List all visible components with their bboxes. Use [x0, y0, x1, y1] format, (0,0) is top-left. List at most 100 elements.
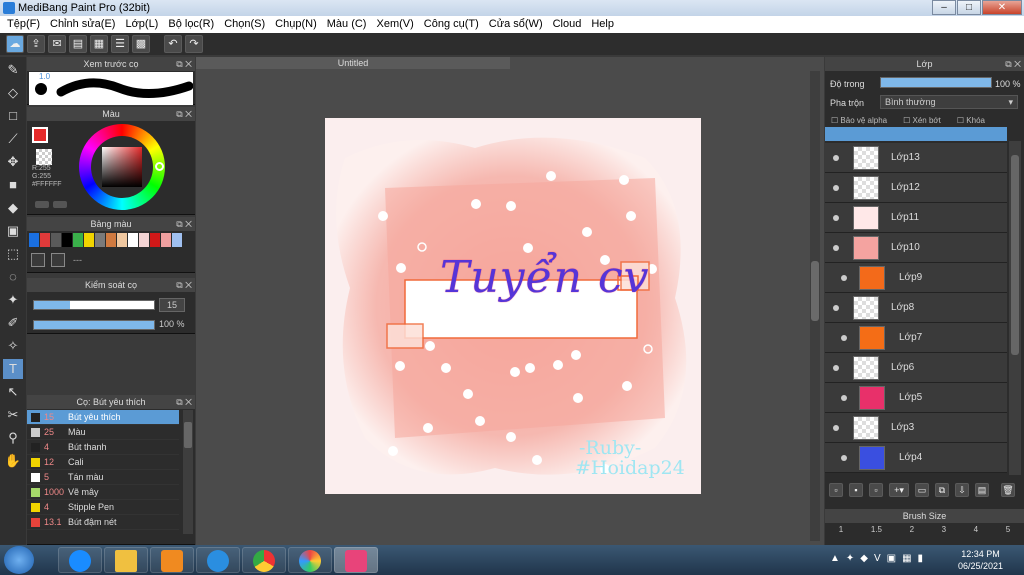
layer-visibility-icon[interactable]	[833, 425, 839, 431]
layer-row[interactable]: Lớp10	[825, 233, 1007, 263]
taskbar-explorer[interactable]	[104, 547, 148, 573]
layer-visibility-icon[interactable]	[833, 185, 839, 191]
hue-wheel[interactable]	[79, 124, 165, 210]
brush-opacity-slider[interactable]	[33, 320, 155, 330]
delete-palette-icon[interactable]	[51, 253, 65, 267]
list-icon[interactable]: ☰	[111, 35, 129, 53]
lasso-tool-icon[interactable]: ◌	[3, 267, 23, 287]
brush-size-preset[interactable]: 1	[839, 525, 843, 534]
brush-list-item[interactable]: 12 Cali	[27, 455, 179, 470]
magic-wand-icon[interactable]: ✦	[3, 290, 23, 310]
menu-tools[interactable]: Công cụ(T)	[419, 16, 484, 33]
palette-swatch[interactable]	[51, 233, 61, 247]
eyedropper-tool-icon[interactable]: ⚲	[3, 428, 23, 448]
panel-close-icon[interactable]: ⧉ ✕	[176, 395, 192, 409]
taskbar-ie[interactable]	[196, 547, 240, 573]
palette-swatch[interactable]	[161, 233, 171, 247]
select-tool-icon[interactable]: ⬚	[3, 244, 23, 264]
select-eraser-icon[interactable]: ✧	[3, 336, 23, 356]
page-icon[interactable]: ▤	[69, 35, 87, 53]
close-button[interactable]: ✕	[982, 0, 1022, 15]
layer-row[interactable]: Lớp9	[825, 263, 1007, 293]
layer-visibility-icon[interactable]	[833, 245, 839, 251]
artwork-canvas[interactable]: Tuyển cv -Ruby- #Hoidap24	[325, 118, 701, 494]
palette-swatch[interactable]	[128, 233, 138, 247]
move-tool-icon[interactable]: ✥	[3, 152, 23, 172]
brush-list-item[interactable]: 25 Màu	[27, 425, 179, 440]
brush-list-scrollbar[interactable]	[183, 410, 193, 534]
blend-mode-select[interactable]: Bình thường ▾	[880, 95, 1018, 109]
layer-row[interactable]: Lớp8	[825, 293, 1007, 323]
layer-list-scrollbar[interactable]	[1009, 141, 1021, 475]
rectangle-tool-icon[interactable]: □	[3, 106, 23, 126]
brush-list-item[interactable]: 13.1 Bút đậm nét	[27, 515, 179, 530]
palette-swatch[interactable]	[62, 233, 72, 247]
layer-settings-icon[interactable]: ▤	[975, 483, 989, 497]
layer-row[interactable]: Lớp6	[825, 353, 1007, 383]
palette-swatch[interactable]	[172, 233, 182, 247]
taskbar-chrome[interactable]	[242, 547, 286, 573]
menu-view[interactable]: Xem(V)	[371, 16, 418, 33]
eraser-tool-icon[interactable]: ◇	[3, 83, 23, 103]
saturation-square[interactable]	[102, 147, 142, 187]
brush-tool-icon[interactable]: ✎	[3, 60, 23, 80]
brush-list-item[interactable]: 1000 Vẽ mây	[27, 485, 179, 500]
new-palette-icon[interactable]	[31, 253, 45, 267]
menu-select[interactable]: Chọn(S)	[219, 16, 270, 33]
layer-row[interactable]: Lớp7	[825, 323, 1007, 353]
palette-swatch[interactable]	[40, 233, 50, 247]
line-tool-icon[interactable]: ⟋	[3, 129, 23, 149]
layer-row[interactable]: Lớp5	[825, 383, 1007, 413]
palette-swatch[interactable]	[150, 233, 160, 247]
grid-icon[interactable]: ▩	[132, 35, 150, 53]
layer-visibility-icon[interactable]	[833, 305, 839, 311]
palette-swatch[interactable]	[95, 233, 105, 247]
color-swap-button[interactable]	[53, 201, 67, 208]
taskbar-media-player[interactable]	[150, 547, 194, 573]
delete-layer-icon[interactable]: 🗑	[1001, 483, 1015, 497]
document-icon[interactable]: ▦	[90, 35, 108, 53]
menu-file[interactable]: Tệp(F)	[2, 16, 45, 33]
protect-alpha-checkbox[interactable]: ☐ Bảo vệ alpha	[831, 116, 887, 125]
gradient-tool-icon[interactable]: ▣	[3, 221, 23, 241]
taskbar-medibang[interactable]	[334, 547, 378, 573]
operation-tool-icon[interactable]: ↖	[3, 382, 23, 402]
brush-list-item[interactable]: 5 Tán màu	[27, 470, 179, 485]
tray-clock[interactable]: 12:34 PM 06/25/2021	[958, 548, 1003, 572]
duplicate-layer-icon[interactable]: ⧉	[935, 483, 949, 497]
taskbar-zalo[interactable]	[58, 547, 102, 573]
new-8bit-layer-icon[interactable]: ▫	[869, 483, 883, 497]
taskbar-paint[interactable]	[288, 547, 332, 573]
folder-icon[interactable]: ▭	[915, 483, 929, 497]
menu-help[interactable]: Help	[586, 16, 619, 33]
merge-layer-icon[interactable]: ⇩	[955, 483, 969, 497]
layer-visibility-icon[interactable]	[841, 455, 847, 461]
layer-visibility-icon[interactable]	[841, 335, 847, 341]
panel-close-icon[interactable]: ⧉ ✕	[176, 107, 192, 121]
clip-checkbox[interactable]: ☐ Xén bớt	[903, 116, 941, 125]
menu-capture[interactable]: Chụp(N)	[270, 16, 322, 33]
palette-swatch[interactable]	[139, 233, 149, 247]
text-tool-icon[interactable]: T	[3, 359, 23, 379]
brush-size-preset[interactable]: 3	[942, 525, 946, 534]
canvas-scrollbar[interactable]	[810, 71, 820, 541]
brush-size-preset[interactable]: 1.5	[871, 525, 882, 534]
panel-close-icon[interactable]: ⧉ ✕	[176, 278, 192, 292]
selected-layer-row[interactable]	[825, 127, 1007, 141]
menu-cloud[interactable]: Cloud	[548, 16, 587, 33]
palette-swatch[interactable]	[29, 233, 39, 247]
select-pen-icon[interactable]: ✐	[3, 313, 23, 333]
layer-visibility-icon[interactable]	[833, 365, 839, 371]
lock-checkbox[interactable]: ☐ Khóa	[957, 116, 985, 125]
palette-swatch[interactable]	[106, 233, 116, 247]
bucket-tool-icon[interactable]: ◆	[3, 198, 23, 218]
cloud-icon[interactable]: ☁	[6, 35, 24, 53]
share-icon[interactable]: ⇪	[27, 35, 45, 53]
layer-row[interactable]: Lớp4	[825, 443, 1007, 473]
hand-tool-icon[interactable]: ✋	[3, 451, 23, 471]
new-halftone-layer-icon[interactable]: ▪	[849, 483, 863, 497]
layer-visibility-icon[interactable]	[841, 395, 847, 401]
layer-row[interactable]: Lớp13	[825, 143, 1007, 173]
layer-opacity-slider[interactable]	[880, 77, 992, 88]
comment-icon[interactable]: ✉	[48, 35, 66, 53]
